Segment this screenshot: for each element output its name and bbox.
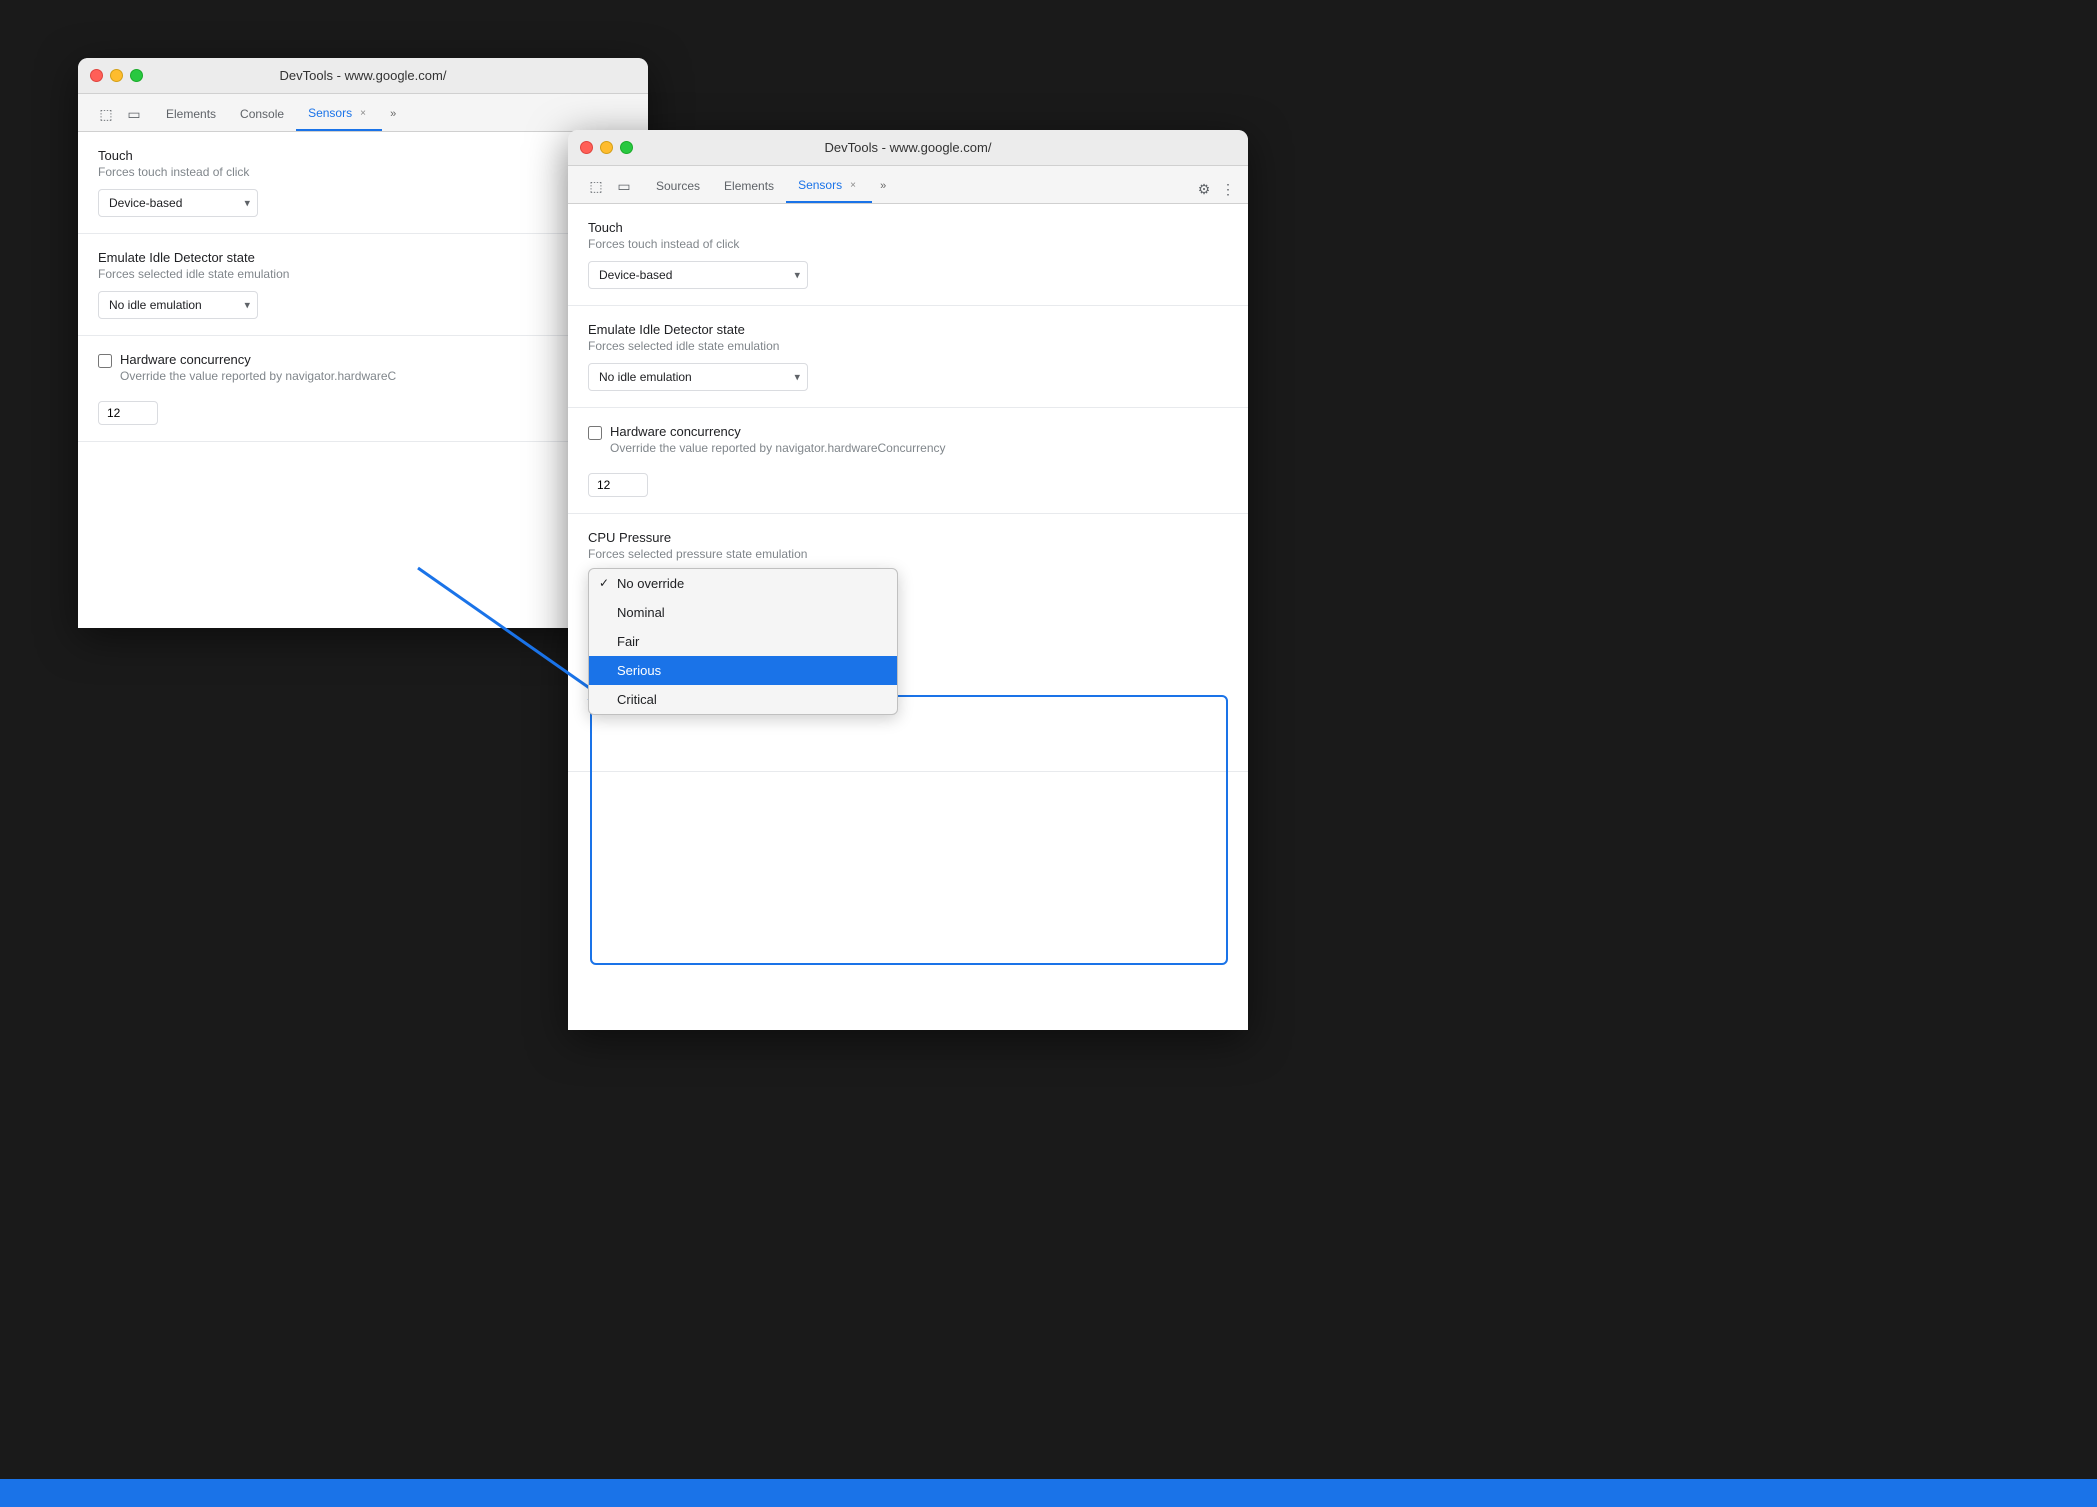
tabbar-left-2: Sources Elements Sensors × »	[644, 169, 894, 203]
traffic-lights-2	[580, 141, 633, 154]
touch-desc-1: Forces touch instead of click	[98, 165, 628, 179]
hardware-title-2: Hardware concurrency	[610, 424, 946, 439]
cpu-option-fair[interactable]: Fair	[589, 627, 897, 656]
close-button-2[interactable]	[580, 141, 593, 154]
hardware-section-1: Hardware concurrency Override the value …	[78, 336, 648, 442]
content-1: Touch Forces touch instead of click Devi…	[78, 132, 648, 628]
cpu-option-critical[interactable]: Critical	[589, 685, 897, 714]
tab-console-1[interactable]: Console	[228, 97, 296, 131]
inspect-icon-2[interactable]: ⬚	[584, 174, 608, 198]
window-title-2: DevTools - www.google.com/	[825, 140, 992, 155]
device-icon-1[interactable]: ▭	[122, 102, 146, 126]
cpu-desc-2: Forces selected pressure state emulation	[588, 547, 1228, 561]
inspect-icon-1[interactable]: ⬚	[94, 102, 118, 126]
device-icon-2[interactable]: ▭	[612, 174, 636, 198]
maximize-button-1[interactable]	[130, 69, 143, 82]
close-button-1[interactable]	[90, 69, 103, 82]
devtools-window-2: DevTools - www.google.com/ ⬚ ▭ Sources E…	[568, 130, 1248, 1030]
titlebar-1: DevTools - www.google.com/	[78, 58, 648, 94]
devtools-window-1: DevTools - www.google.com/ ⬚ ▭ Elements …	[78, 58, 648, 628]
touch-dropdown-2[interactable]: Device-based	[588, 261, 808, 289]
titlebar-2: DevTools - www.google.com/	[568, 130, 1248, 166]
tab-close-sensors-2[interactable]: ×	[846, 178, 860, 192]
idle-section-1: Emulate Idle Detector state Forces selec…	[78, 234, 648, 336]
hardware-checkbox-row-1: Hardware concurrency Override the value …	[98, 352, 628, 393]
hardware-input-2[interactable]	[588, 473, 648, 497]
tab-more-1[interactable]: »	[382, 97, 404, 131]
idle-dropdown-1[interactable]: No idle emulation	[98, 291, 258, 319]
idle-select-wrapper-2: No idle emulation	[588, 363, 808, 391]
touch-title-1: Touch	[98, 148, 628, 163]
idle-section-2: Emulate Idle Detector state Forces selec…	[568, 306, 1248, 408]
blue-bar	[0, 1479, 2097, 1507]
settings-icon-2[interactable]: ⚙	[1192, 177, 1216, 201]
idle-select-wrapper-1: No idle emulation	[98, 291, 258, 319]
hardware-desc-1: Override the value reported by navigator…	[120, 369, 396, 383]
touch-select-wrapper-2: Device-based	[588, 261, 808, 289]
idle-dropdown-2[interactable]: No idle emulation	[588, 363, 808, 391]
minimize-button-2[interactable]	[600, 141, 613, 154]
tab-elements-1[interactable]: Elements	[154, 97, 228, 131]
tab-sensors-2[interactable]: Sensors ×	[786, 169, 872, 203]
cpu-option-serious[interactable]: Serious	[589, 656, 897, 685]
hardware-title-1: Hardware concurrency	[120, 352, 396, 367]
hardware-checkbox-2[interactable]	[588, 426, 602, 440]
traffic-lights-1	[90, 69, 143, 82]
minimize-button-1[interactable]	[110, 69, 123, 82]
hardware-desc-2: Override the value reported by navigator…	[610, 441, 946, 455]
hardware-input-1[interactable]: 12	[98, 401, 158, 425]
window-title-1: DevTools - www.google.com/	[280, 68, 447, 83]
idle-title-1: Emulate Idle Detector state	[98, 250, 628, 265]
tabbar-right-2: ⚙ ⋮	[1192, 177, 1248, 203]
cpu-option-no-override[interactable]: No override	[589, 569, 897, 598]
tabbar-2: ⬚ ▭ Sources Elements Sensors × » ⚙ ⋮	[568, 166, 1248, 204]
tabbar-left-1: Elements Console Sensors × »	[154, 97, 404, 131]
tab-more-2[interactable]: »	[872, 169, 894, 203]
hardware-checkbox-1[interactable]	[98, 354, 112, 368]
touch-dropdown-1[interactable]: Device-based	[98, 189, 258, 217]
touch-select-wrapper-1: Device-based	[98, 189, 258, 217]
hardware-checkbox-row-2: Hardware concurrency Override the value …	[588, 424, 1228, 465]
idle-desc-2: Forces selected idle state emulation	[588, 339, 1228, 353]
toolbar-icons-1: ⬚ ▭	[86, 97, 154, 131]
tab-close-sensors-1[interactable]: ×	[356, 106, 370, 120]
hardware-section-2: Hardware concurrency Override the value …	[568, 408, 1248, 514]
cpu-dropdown-menu: No override Nominal Fair Serious Critica…	[588, 568, 898, 715]
touch-title-2: Touch	[588, 220, 1228, 235]
tab-sources-2[interactable]: Sources	[644, 169, 712, 203]
touch-desc-2: Forces touch instead of click	[588, 237, 1228, 251]
cpu-title-2: CPU Pressure	[588, 530, 1228, 545]
cpu-option-nominal[interactable]: Nominal	[589, 598, 897, 627]
idle-desc-1: Forces selected idle state emulation	[98, 267, 628, 281]
touch-section-2: Touch Forces touch instead of click Devi…	[568, 204, 1248, 306]
toolbar-icons-2: ⬚ ▭	[576, 169, 644, 203]
tabbar-1: ⬚ ▭ Elements Console Sensors × »	[78, 94, 648, 132]
maximize-button-2[interactable]	[620, 141, 633, 154]
cpu-section-2: CPU Pressure Forces selected pressure st…	[568, 514, 1248, 772]
tab-elements-2[interactable]: Elements	[712, 169, 786, 203]
touch-section-1: Touch Forces touch instead of click Devi…	[78, 132, 648, 234]
content-2: Touch Forces touch instead of click Devi…	[568, 204, 1248, 1030]
idle-title-2: Emulate Idle Detector state	[588, 322, 1228, 337]
more-icon-2[interactable]: ⋮	[1216, 177, 1240, 201]
tab-sensors-1[interactable]: Sensors ×	[296, 97, 382, 131]
